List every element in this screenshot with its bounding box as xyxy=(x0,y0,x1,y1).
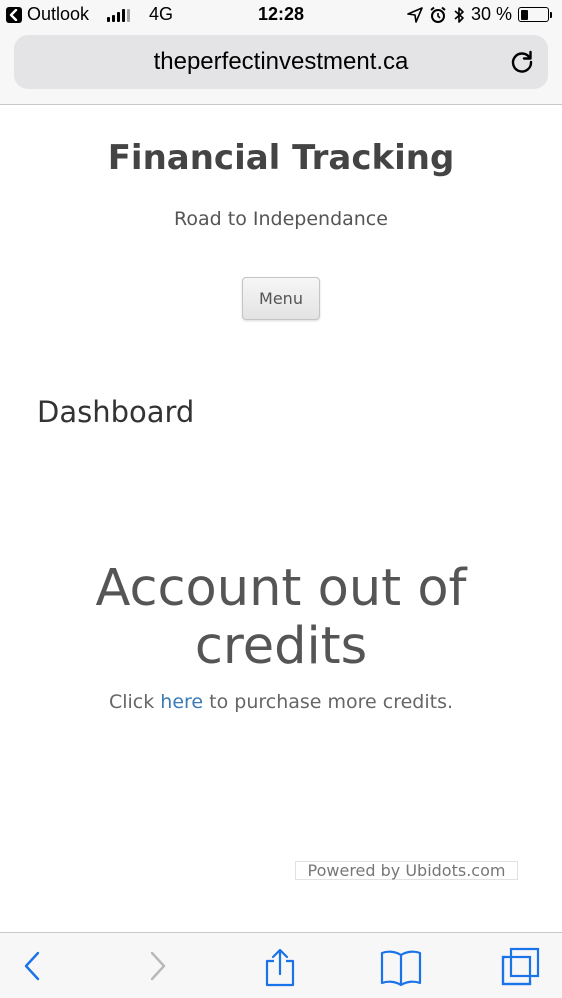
forward-arrow-icon[interactable] xyxy=(146,947,170,983)
bookmarks-icon[interactable] xyxy=(380,947,422,987)
bluetooth-icon xyxy=(454,6,464,23)
share-icon[interactable] xyxy=(262,947,298,987)
location-arrow-icon xyxy=(407,6,423,23)
credits-text-after: to purchase more credits. xyxy=(203,691,454,713)
status-right-group: 30 % xyxy=(407,4,552,25)
powered-by-ubidots-link[interactable]: Powered by Ubidots.com xyxy=(295,861,518,880)
site-tagline: Road to Independance xyxy=(174,208,388,230)
battery-percent: 30 % xyxy=(470,4,512,24)
back-arrow-icon[interactable] xyxy=(20,947,44,983)
signal-strength-icon xyxy=(107,8,130,22)
url-field[interactable]: theperfectinvestment.ca xyxy=(14,35,548,89)
purchase-credits-link[interactable]: here xyxy=(160,691,203,713)
site-title: Financial Tracking xyxy=(107,138,455,178)
browser-toolbar xyxy=(0,932,562,998)
screen: Outlook 4G 12:28 30 % theperfectinvestme… xyxy=(0,0,562,998)
credits-heading-line-2: credits xyxy=(194,617,368,676)
battery-icon xyxy=(518,7,552,22)
tabs-icon[interactable] xyxy=(500,947,540,987)
credits-heading-line-1: Account out of xyxy=(95,559,467,618)
purchase-credits-message: Click here to purchase more credits. xyxy=(0,691,562,713)
reload-icon[interactable] xyxy=(509,49,535,75)
url-text: theperfectinvestment.ca xyxy=(153,48,409,75)
out-of-credits-heading: Account out of credits xyxy=(0,560,562,676)
browser-address-bar: theperfectinvestment.ca xyxy=(0,30,562,105)
back-app-label: Outlook xyxy=(27,4,90,24)
credits-text-before: Click xyxy=(108,691,161,713)
back-to-app-button[interactable]: Outlook xyxy=(6,4,89,25)
network-type: 4G xyxy=(149,4,174,24)
status-bar: Outlook 4G 12:28 30 % xyxy=(0,0,562,30)
back-chevron-icon xyxy=(6,6,22,23)
menu-button[interactable]: Menu xyxy=(242,277,320,320)
alarm-clock-icon xyxy=(430,6,446,23)
status-time: 12:28 xyxy=(258,4,305,24)
dashboard-heading: Dashboard xyxy=(37,395,195,429)
